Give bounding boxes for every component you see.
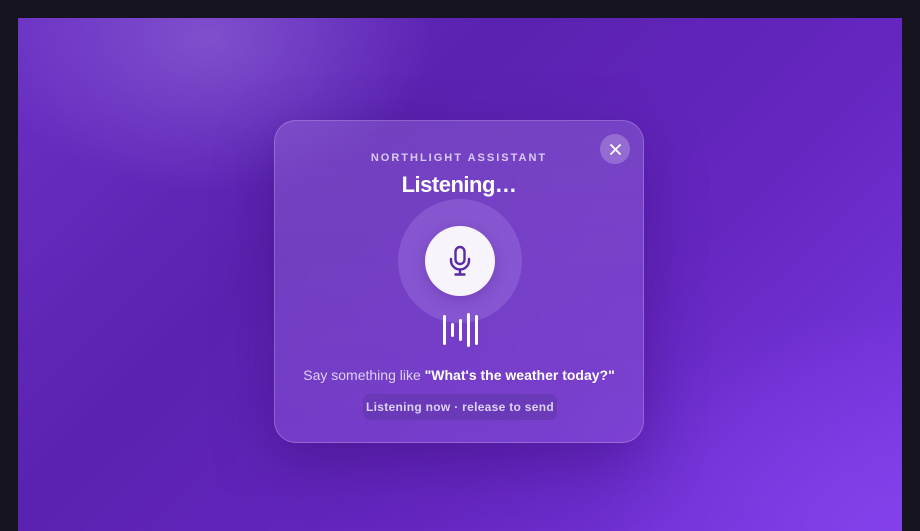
- status-pill: Listening now · release to send: [363, 394, 557, 420]
- microphone-button[interactable]: [425, 226, 495, 296]
- assistant-name: NORTHLIGHT ASSISTANT: [370, 152, 548, 164]
- app-background: NORTHLIGHT ASSISTANT Listening… Say some…: [18, 18, 902, 531]
- audio-wave-icon: [443, 313, 478, 347]
- hint-example: "What's the weather today?": [424, 367, 615, 383]
- hint-prefix: Say something like: [303, 367, 425, 383]
- voice-assistant-dialog: NORTHLIGHT ASSISTANT Listening… Say some…: [274, 120, 644, 443]
- dialog-title: Listening…: [401, 172, 517, 197]
- microphone-icon: [449, 245, 471, 276]
- hint-text: Say something like "What's the weather t…: [275, 367, 643, 383]
